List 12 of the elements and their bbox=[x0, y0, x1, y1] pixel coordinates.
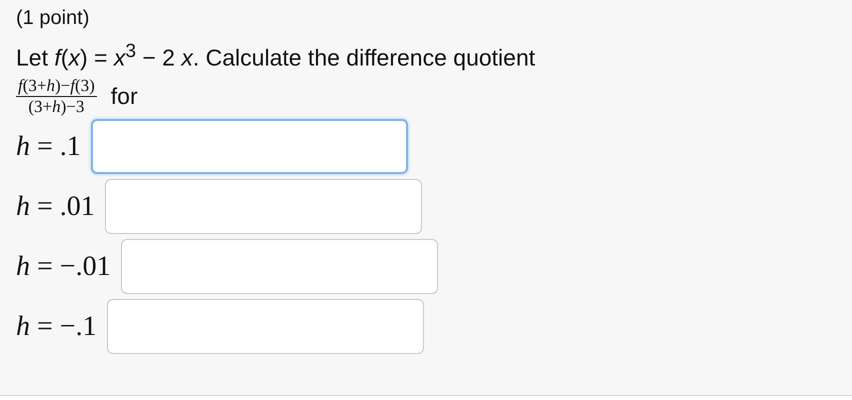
h-value-label: h = −.01 bbox=[16, 250, 111, 283]
h-value-label: h = .1 bbox=[16, 130, 81, 163]
for-text: for bbox=[110, 82, 138, 110]
answer-field[interactable] bbox=[104, 179, 422, 234]
difference-quotient-fraction: f(3+h)−f(3) (3+h)−3 bbox=[16, 76, 97, 117]
answer-field[interactable] bbox=[120, 239, 438, 294]
answer-field[interactable] bbox=[106, 299, 424, 354]
question-text: Let f(x) = x$^{3}$ − 2 x. Calculate the difference quotient bbox=[16, 40, 536, 73]
answer-field[interactable] bbox=[90, 119, 408, 174]
h-value-label: h = −.1 bbox=[16, 310, 97, 343]
h-value-label: h = .01 bbox=[16, 190, 95, 223]
points-text: (1 point) bbox=[16, 6, 90, 31]
